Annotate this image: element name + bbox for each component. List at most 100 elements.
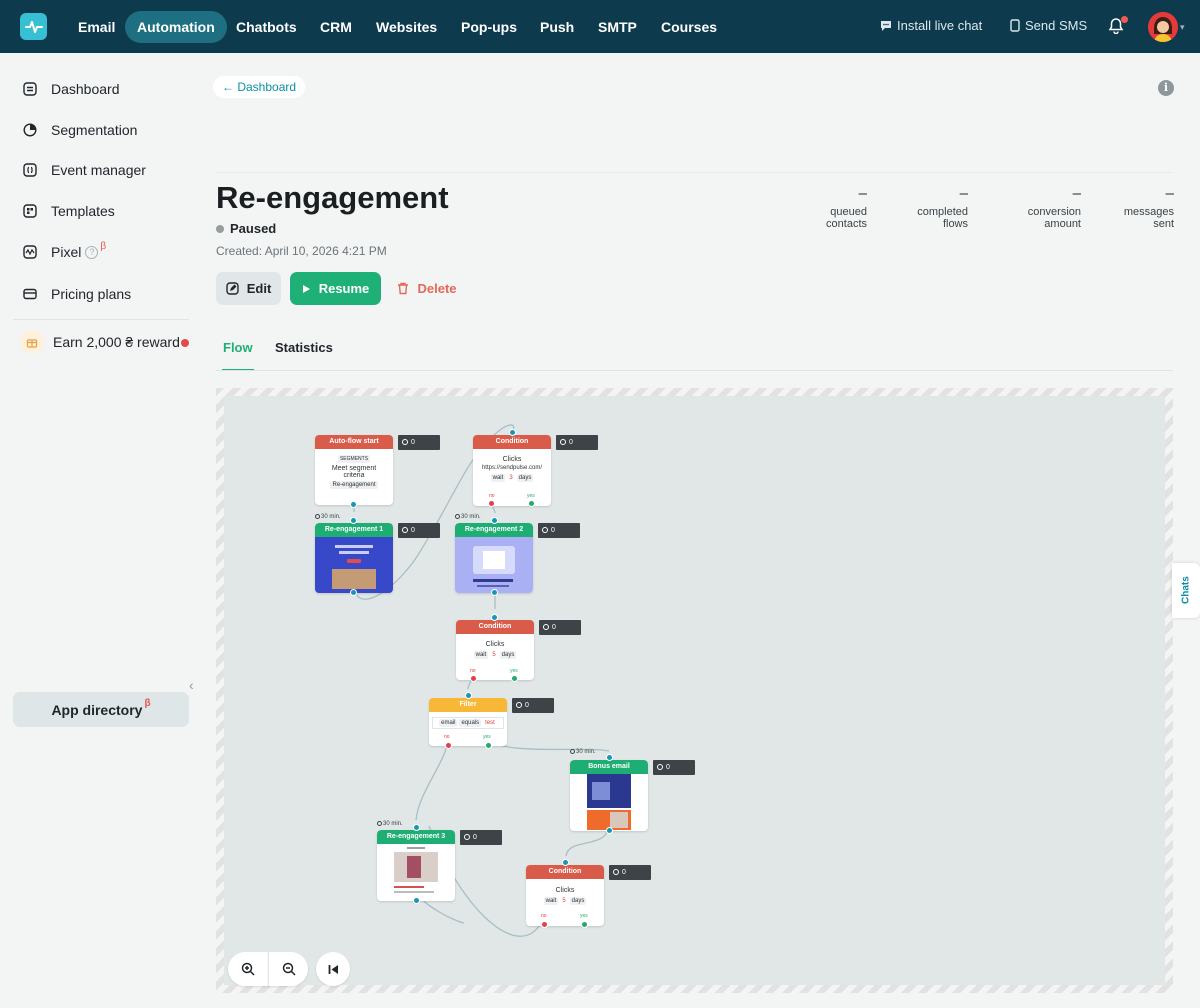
flow-canvas-area[interactable]: Auto-flow start SEGMENTS Meet segment cr… [224, 396, 1165, 986]
stat-label: amount [1044, 218, 1081, 230]
flow-node-condition-1[interactable]: Condition Clicks https://sendpulse.com/ … [473, 435, 551, 506]
connector-dot[interactable] [413, 824, 420, 831]
connector-dot[interactable] [413, 897, 420, 904]
nav-crm[interactable]: CRM [308, 11, 364, 43]
sidebar-item-dashboard[interactable]: Dashboard [22, 81, 120, 97]
back-to-dashboard-link[interactable]: ← Dashboard [213, 76, 306, 98]
delay-timer: 30 min. [315, 514, 341, 520]
flow-canvas[interactable]: Auto-flow start SEGMENTS Meet segment cr… [216, 388, 1173, 993]
avatar-chevron-down-icon[interactable]: ▾ [1180, 22, 1185, 33]
node-title: Re-engagement 2 [455, 523, 533, 537]
stat-label: sent [1153, 218, 1174, 230]
nav-automation[interactable]: Automation [125, 11, 227, 43]
connector-dot[interactable] [491, 589, 498, 596]
flow-node-condition-2[interactable]: Condition Clicks wait 5 days [456, 620, 534, 680]
filter-rule: email equals test [432, 717, 504, 729]
link-filter-no-to-email3 [415, 737, 450, 821]
wait-settings: wait 5 days [473, 651, 517, 659]
sidebar-divider [13, 319, 189, 320]
sendpulse-logo-icon[interactable] [20, 13, 47, 40]
connector-dot-yes[interactable] [485, 742, 492, 749]
sidebar-item-label: Pricing plans [51, 286, 132, 302]
connector-dot-no[interactable] [541, 921, 548, 928]
flow-node-email-1[interactable]: Re-engagement 1 [315, 523, 393, 593]
help-icon[interactable]: ? [85, 245, 99, 259]
sidebar-item-pixel[interactable]: Pixel ? β [22, 240, 107, 260]
send-sms-label: Send SMS [1025, 18, 1088, 33]
nav-courses[interactable]: Courses [649, 11, 729, 43]
nav-popups[interactable]: Pop-ups [449, 11, 529, 43]
connector-dot-yes[interactable] [511, 675, 518, 682]
connector-dot-no[interactable] [488, 500, 495, 507]
wait-settings: wait 5 days [543, 897, 587, 905]
zoom-in-button[interactable] [228, 952, 268, 986]
sidebar-item-pricing-plans[interactable]: Pricing plans [22, 286, 131, 302]
connector-dot[interactable] [562, 859, 569, 866]
send-sms-link[interactable]: Send SMS [1010, 18, 1087, 33]
connector-dot-no[interactable] [445, 742, 452, 749]
connector-dot[interactable] [606, 754, 613, 761]
connector-dot[interactable] [491, 614, 498, 621]
connector-dot-yes[interactable] [528, 500, 535, 507]
node-counter: 0 [398, 523, 440, 538]
connector-dot-yes[interactable] [581, 921, 588, 928]
info-icon[interactable]: i [1158, 80, 1174, 96]
gift-icon [20, 330, 44, 354]
flow-node-email-2[interactable]: Re-engagement 2 [455, 523, 533, 593]
node-counter: 0 [539, 620, 581, 635]
reward-indicator [181, 339, 189, 347]
flow-node-email-3[interactable]: Re-engagement 3 [377, 830, 455, 901]
app-directory-button[interactable]: App directory β [13, 692, 189, 727]
connector-dot[interactable] [606, 827, 613, 834]
nav-smtp[interactable]: SMTP [586, 11, 649, 43]
node-text: Meet segment criteria [331, 465, 377, 479]
tab-statistics[interactable]: Statistics [275, 340, 333, 371]
pie-chart-icon [22, 122, 38, 138]
tab-flow[interactable]: Flow [222, 340, 254, 371]
nav-websites[interactable]: Websites [364, 11, 449, 43]
connector-dot[interactable] [491, 517, 498, 524]
sidebar [0, 53, 200, 1008]
zoom-out-button[interactable] [268, 952, 308, 986]
nav-chatbots[interactable]: Chatbots [224, 11, 309, 43]
notification-indicator [1121, 16, 1128, 23]
node-counter: 0 [538, 523, 580, 538]
connector-dot[interactable] [465, 692, 472, 699]
user-avatar[interactable] [1148, 12, 1178, 42]
node-title: Bonus email [570, 760, 648, 774]
stat-messages-sent: – messages sent [1110, 186, 1174, 230]
flow-node-autoflow-start[interactable]: Auto-flow start SEGMENTS Meet segment cr… [315, 435, 393, 505]
connector-dot-no[interactable] [470, 675, 477, 682]
branch-yes-label: yes [527, 493, 535, 499]
delete-button[interactable]: Delete [390, 272, 464, 305]
stat-value: – [1072, 185, 1081, 202]
resume-button[interactable]: Resume [290, 272, 381, 305]
install-live-chat-link[interactable]: Install live chat [880, 18, 982, 33]
flow-node-bonus-email[interactable]: Bonus email [570, 760, 648, 831]
sidebar-item-templates[interactable]: Templates [22, 203, 115, 219]
connector-dot[interactable] [350, 589, 357, 596]
reset-view-button[interactable] [316, 952, 350, 986]
edit-button[interactable]: Edit [216, 272, 281, 305]
connector-dot[interactable] [350, 517, 357, 524]
sidebar-item-event-manager[interactable]: Event manager [22, 162, 146, 178]
stat-label: flows [942, 218, 968, 230]
node-counter: 0 [609, 865, 651, 880]
sidebar-item-label: Event manager [51, 162, 146, 178]
nav-email[interactable]: Email [66, 11, 127, 43]
flow-node-filter[interactable]: Filter email equals test [429, 698, 507, 746]
sidebar-item-segmentation[interactable]: Segmentation [22, 122, 137, 138]
chats-side-tab[interactable]: Chats [1172, 563, 1200, 618]
beta-badge: β [100, 240, 107, 252]
branch-yes-label: yes [483, 734, 491, 740]
nav-push[interactable]: Push [528, 11, 586, 43]
flow-node-condition-3[interactable]: Condition Clicks wait 5 days [526, 865, 604, 926]
templates-icon [22, 203, 38, 219]
collapse-sidebar-icon[interactable]: ‹ [189, 677, 194, 693]
stat-completed-flows: – completed flows [900, 186, 968, 230]
sidebar-item-label: Dashboard [51, 81, 120, 97]
node-counter: 0 [398, 435, 440, 450]
connector-dot[interactable] [350, 501, 357, 508]
connector-dot[interactable] [509, 429, 516, 436]
sidebar-item-reward[interactable]: Earn 2,000 ₴ reward [20, 330, 180, 354]
